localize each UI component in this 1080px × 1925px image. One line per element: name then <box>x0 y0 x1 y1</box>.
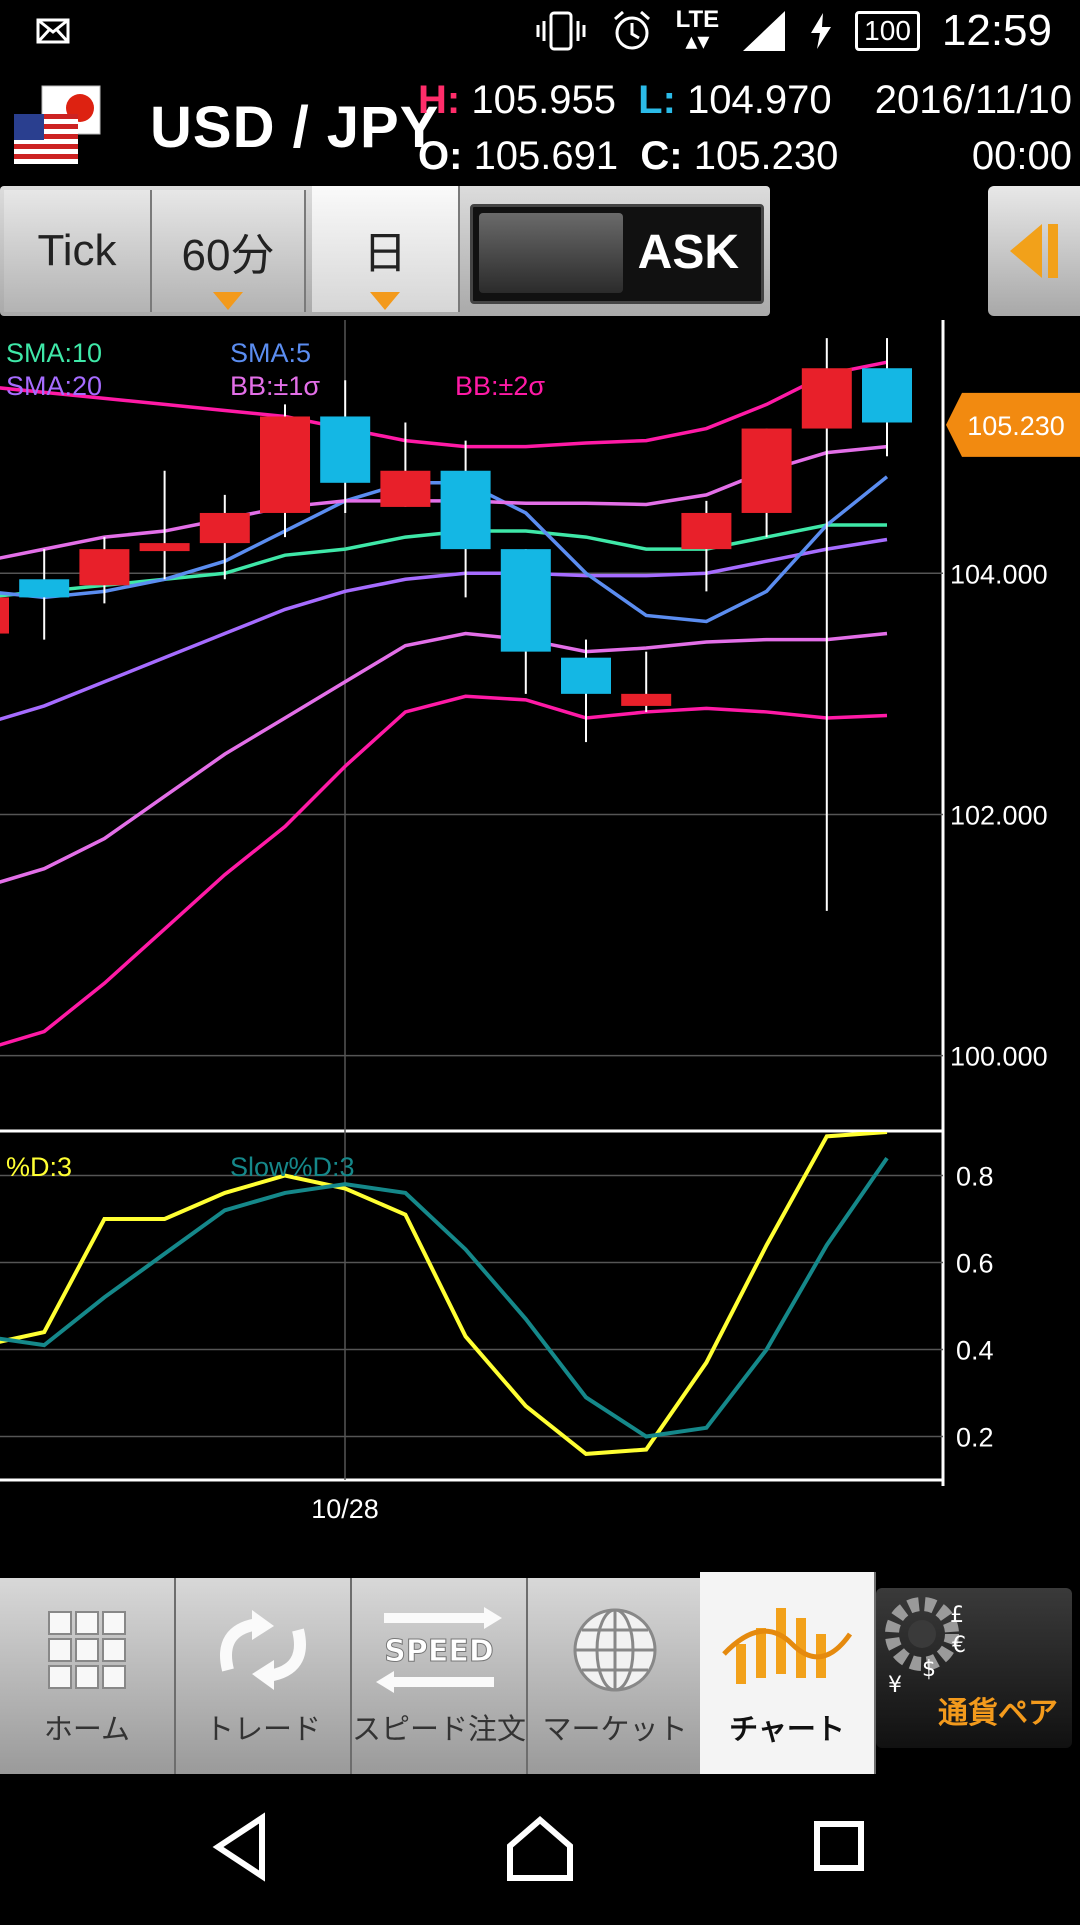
main-legend-item: BB:±1σ <box>230 371 320 401</box>
main-legend-item: BB:±2σ <box>455 371 545 401</box>
indicator-line <box>0 694 888 1047</box>
svg-text:£: £ <box>950 1603 964 1628</box>
oscillator-axis-label: 0.4 <box>956 1336 994 1366</box>
bottom-nav: ホーム トレード SPEED スピード注文 マーケット チャート £ € $ ¥… <box>0 1572 1080 1774</box>
nav-home[interactable]: ホーム <box>0 1578 176 1774</box>
home-grid-icon <box>0 1600 174 1700</box>
candle-body <box>500 549 551 652</box>
svg-text:¥: ¥ <box>888 1673 902 1698</box>
currency-gear-icon: £ € $ ¥ <box>885 1597 966 1698</box>
oscillator-axis-label: 0.2 <box>956 1423 994 1453</box>
speed-order-icon: SPEED <box>352 1600 526 1700</box>
main-legend-item: SMA:20 <box>6 371 102 401</box>
candle-body <box>0 597 9 634</box>
market-globe-icon <box>528 1600 702 1700</box>
price-axis-label: 100.000 <box>950 1042 1048 1072</box>
oscillator-line <box>0 1156 889 1439</box>
candle-body <box>801 368 852 429</box>
candle-body <box>681 512 732 550</box>
main-legend-item: SMA:5 <box>230 338 311 368</box>
oscillator-line <box>0 1132 888 1456</box>
nav-trade[interactable]: トレード <box>176 1578 352 1774</box>
candle-body <box>862 368 912 423</box>
chart-icon <box>700 1594 874 1694</box>
oscillator-plot <box>0 1132 889 1456</box>
recents-icon[interactable] <box>814 1821 864 1871</box>
date-axis-label: 10/28 <box>311 1494 379 1524</box>
nav-speed-order[interactable]: SPEED スピード注文 <box>352 1578 528 1774</box>
nav-market[interactable]: マーケット <box>528 1578 704 1774</box>
home-icon[interactable] <box>507 1816 573 1881</box>
candle-body <box>320 416 371 483</box>
oscillator-axis-label: 0.8 <box>956 1162 994 1192</box>
nav-chart[interactable]: チャート <box>700 1572 876 1774</box>
candle-body <box>621 693 672 706</box>
candle-body <box>79 549 130 586</box>
price-axis-label: 102.000 <box>950 800 1048 830</box>
oscillator-legend-item: %D:3 <box>6 1152 72 1182</box>
system-nav-bar <box>0 1776 1080 1920</box>
currency-pair-button[interactable]: £ € $ ¥ 通貨ペア <box>876 1588 1072 1748</box>
svg-text:€: € <box>952 1633 966 1658</box>
back-icon[interactable] <box>212 1812 265 1882</box>
price-chart[interactable]: 104.000 102.000 100.000 0.8 0.6 0.4 0.2 10/28 SM… <box>0 0 1080 1560</box>
oscillator-legend-item: Slow%D:3 <box>230 1152 355 1182</box>
candle-body <box>380 470 431 507</box>
candle-body <box>440 470 491 550</box>
trade-arrows-icon <box>176 1600 350 1700</box>
svg-text:$: $ <box>922 1657 936 1682</box>
main-plot <box>0 338 912 1047</box>
main-legend-item: SMA:10 <box>6 338 102 368</box>
candle-body <box>260 416 310 513</box>
svg-text:SPEED: SPEED <box>384 1634 493 1669</box>
candle-body <box>139 543 190 552</box>
current-price-label: 105.230 <box>967 411 1065 441</box>
candle-body <box>561 657 611 694</box>
candle-body <box>199 512 250 544</box>
candle-body <box>741 428 792 513</box>
candle-body <box>19 579 70 598</box>
price-axis-label: 104.000 <box>950 559 1048 589</box>
indicator-line <box>0 537 888 722</box>
oscillator-axis-label: 0.6 <box>956 1249 994 1279</box>
